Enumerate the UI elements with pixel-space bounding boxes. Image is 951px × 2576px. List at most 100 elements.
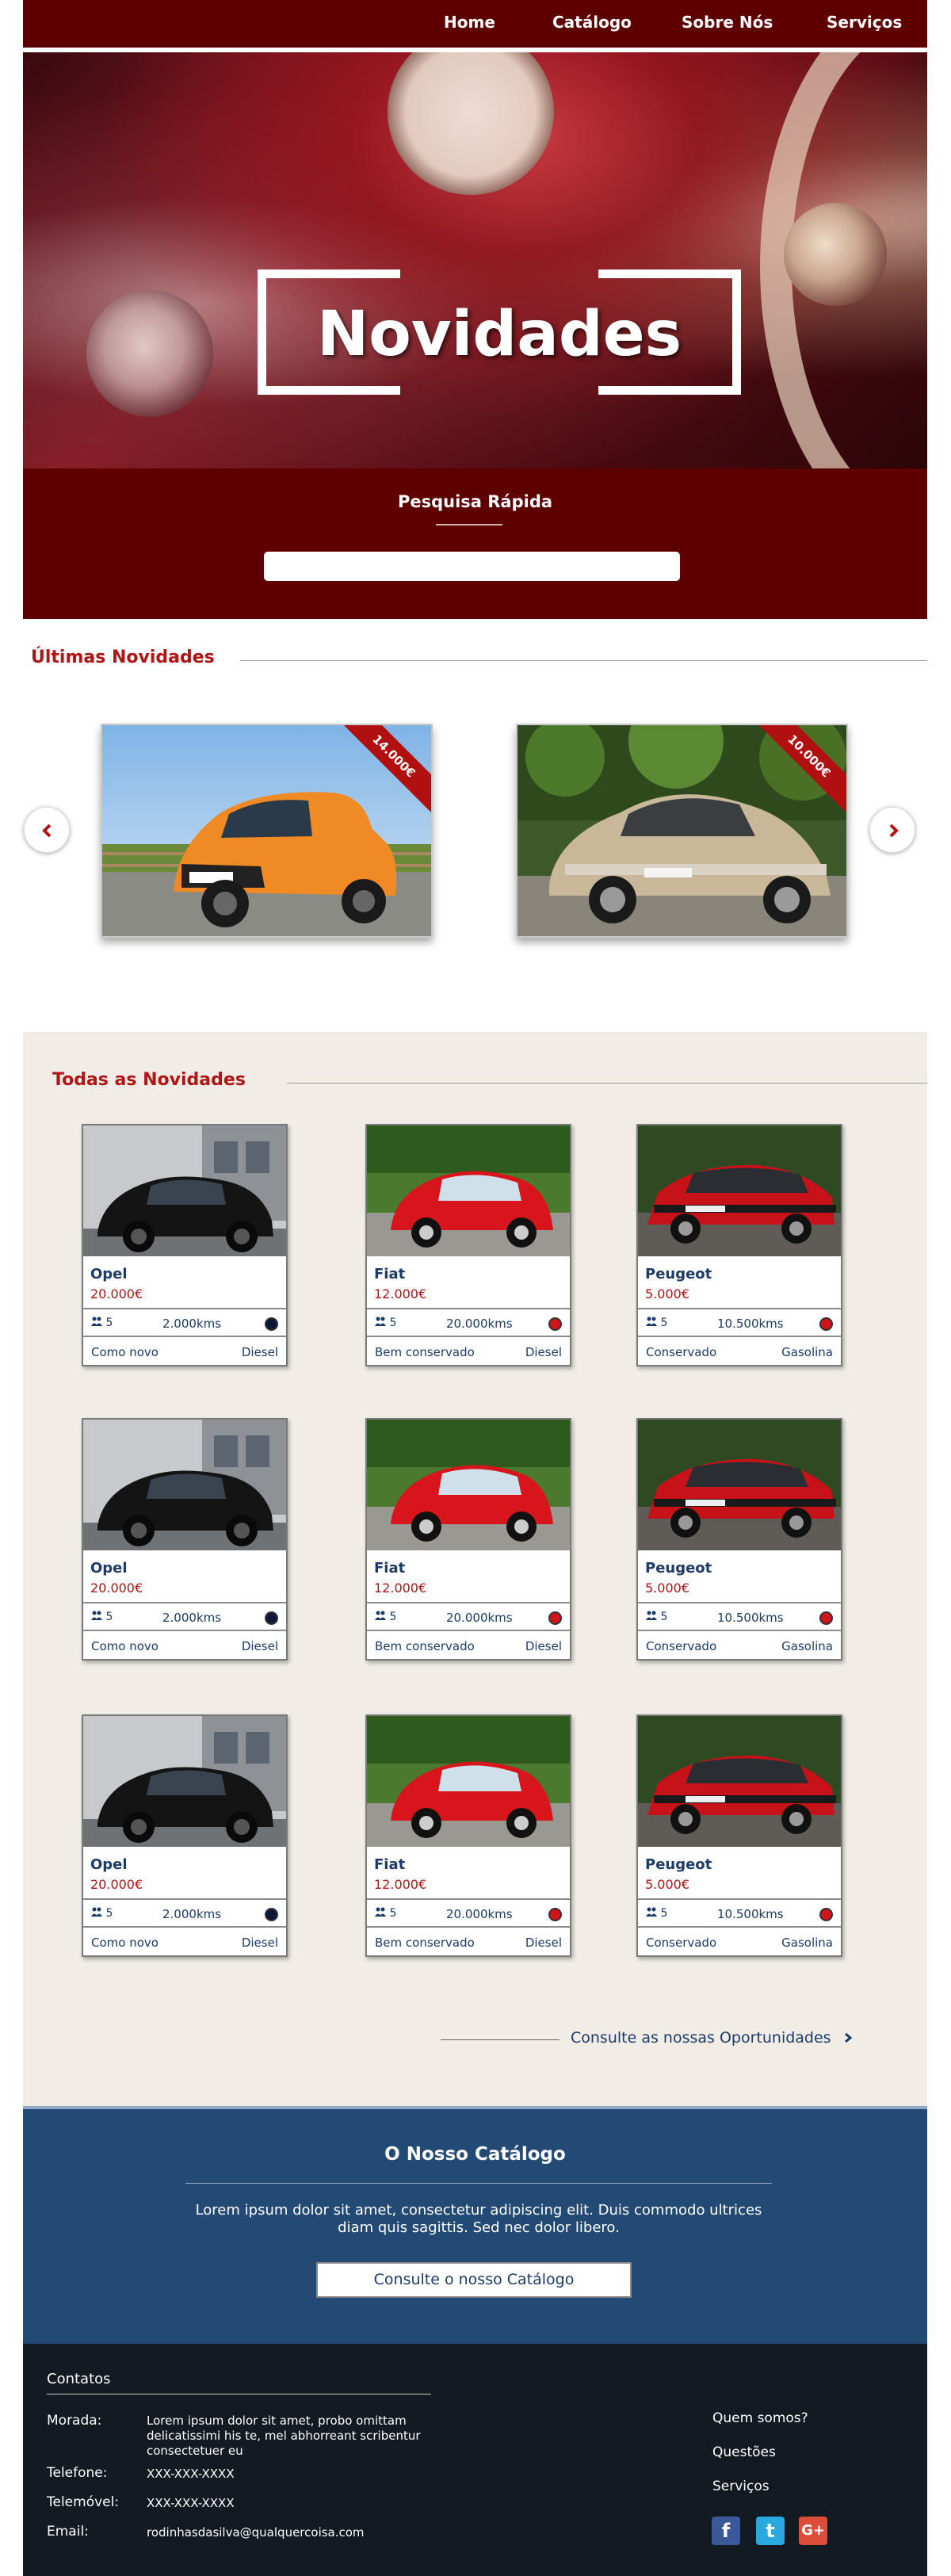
footer-link-quem-somos[interactable]: Quem somos? — [712, 2410, 808, 2426]
hero-banner: Novidades — [23, 52, 927, 468]
car-photo — [367, 1420, 570, 1550]
footer-link-servicos[interactable]: Serviços — [712, 2479, 770, 2494]
carousel-next-button[interactable] — [869, 807, 915, 853]
people-icon — [375, 1317, 386, 1326]
car-condition: Bem conservado — [375, 1639, 475, 1653]
car-card[interactable]: Peugeot 5.000€ 5 10.500kms Conservado Gasoli… — [636, 1124, 842, 1366]
car-color-swatch — [265, 1611, 278, 1625]
car-fuel: Diesel — [525, 1936, 562, 1950]
nav-home[interactable]: Home — [444, 13, 495, 32]
car-km: 2.000kms — [162, 1907, 222, 1921]
quick-search-input[interactable] — [264, 552, 680, 581]
car-card[interactable]: Fiat 12.000€ 5 20.000kms Bem conservado Dies… — [365, 1714, 571, 1957]
car-photo — [367, 1716, 570, 1847]
car-price: 5.000€ — [645, 1580, 689, 1596]
footer-title: Contatos — [47, 2371, 111, 2387]
car-color-swatch — [819, 1908, 833, 1921]
car-price: 12.000€ — [374, 1580, 427, 1596]
car-specs: 5 20.000kms — [367, 1898, 570, 1928]
car-photo — [83, 1420, 286, 1550]
catalog-button[interactable]: Consulte o nosso Catálogo — [316, 2262, 632, 2298]
car-name: Peugeot — [645, 1856, 712, 1873]
hero-knob-image — [784, 203, 887, 306]
chevron-left-icon — [42, 824, 52, 838]
car-specs: 5 2.000kms — [83, 1898, 286, 1928]
car-specs: 5 20.000kms — [367, 1602, 570, 1631]
catalog-section: O Nosso Catálogo Lorem ipsum dolor sit a… — [23, 2106, 927, 2344]
email-label: Email: — [47, 2524, 89, 2540]
car-specs: 5 20.000kms — [367, 1308, 570, 1337]
car-card[interactable]: Fiat 12.000€ 5 20.000kms Bem conservado Dies… — [365, 1418, 571, 1661]
car-condition: Conservado — [646, 1639, 717, 1653]
car-photo — [83, 1126, 286, 1256]
chevron-right-icon — [844, 2032, 852, 2043]
car-photo — [638, 1420, 841, 1550]
car-fuel: Gasolina — [781, 1345, 833, 1359]
nav-catalogo[interactable]: Catálogo — [552, 13, 632, 32]
car-color-swatch — [548, 1611, 562, 1625]
car-fuel: Diesel — [241, 1345, 278, 1359]
phone-label: Telefone: — [47, 2465, 108, 2481]
car-price: 12.000€ — [374, 1877, 427, 1892]
car-condition: Conservado — [646, 1936, 717, 1950]
people-icon — [375, 1611, 386, 1620]
all-news-title: Todas as Novidades — [52, 1070, 246, 1090]
catalog-divider — [185, 2183, 772, 2184]
google-plus-icon[interactable]: G+ — [799, 2517, 827, 2545]
car-name: Fiat — [374, 1560, 406, 1577]
latest-divider — [240, 660, 927, 661]
all-news-divider — [287, 1083, 927, 1084]
carousel-slide[interactable]: 10.000€ — [516, 724, 848, 938]
car-fuel: Diesel — [525, 1639, 562, 1653]
car-condition: Como novo — [91, 1936, 158, 1950]
email-value[interactable]: rodinhasdasilva@qualquercoisa.com — [147, 2525, 448, 2540]
facebook-icon[interactable]: f — [712, 2517, 740, 2545]
car-name: Opel — [90, 1266, 128, 1282]
hero-title: Novidades — [316, 299, 682, 370]
nav-servicos[interactable]: Serviços — [827, 13, 902, 32]
car-photo — [367, 1126, 570, 1256]
car-specs: 5 10.500kms — [638, 1308, 841, 1337]
car-photo — [638, 1126, 841, 1256]
hero-title-frame: Novidades — [258, 269, 741, 395]
car-card[interactable]: Opel 20.000€ 5 2.000kms Como novo Diesel — [82, 1418, 288, 1661]
car-color-swatch — [265, 1908, 278, 1921]
car-specs: 5 10.500kms — [638, 1602, 841, 1631]
people-icon — [646, 1611, 657, 1620]
car-card[interactable]: Peugeot 5.000€ 5 10.500kms Conservado Gasoli… — [636, 1714, 842, 1957]
car-name: Peugeot — [645, 1560, 712, 1577]
car-card[interactable]: Opel 20.000€ 5 2.000kms Como novo Diesel — [82, 1714, 288, 1957]
car-seats: 5 — [660, 1907, 668, 1920]
car-name: Opel — [90, 1560, 128, 1577]
car-color-swatch — [548, 1317, 562, 1331]
car-price: 20.000€ — [90, 1286, 143, 1301]
car-photo — [638, 1716, 841, 1847]
car-km: 2.000kms — [162, 1317, 222, 1331]
car-name: Peugeot — [645, 1266, 712, 1282]
people-icon — [646, 1317, 657, 1326]
car-km: 20.000kms — [446, 1317, 513, 1331]
car-seats: 5 — [389, 1317, 397, 1329]
top-nav: Home Catálogo Sobre Nós Serviços — [23, 0, 927, 48]
opportunities-link[interactable]: Consulte as nossas Oportunidades — [571, 2029, 854, 2047]
car-seats: 5 — [660, 1611, 668, 1623]
car-name: Fiat — [374, 1856, 406, 1873]
address-label: Morada: — [47, 2413, 102, 2429]
nav-sobre-nos[interactable]: Sobre Nós — [682, 13, 773, 32]
car-card[interactable]: Peugeot 5.000€ 5 10.500kms Conservado Gasoli… — [636, 1418, 842, 1661]
twitter-icon[interactable]: t — [756, 2517, 785, 2545]
carousel-slide[interactable]: 14.000€ — [101, 724, 433, 938]
car-color-swatch — [819, 1611, 833, 1625]
car-name: Opel — [90, 1856, 128, 1873]
car-seats: 5 — [105, 1907, 113, 1920]
car-card[interactable]: Opel 20.000€ 5 2.000kms Como novo Diesel — [82, 1124, 288, 1366]
car-price: 12.000€ — [374, 1286, 427, 1301]
car-name: Fiat — [374, 1266, 406, 1282]
carousel-prev-button[interactable] — [24, 807, 70, 853]
footer-link-questoes[interactable]: Questões — [712, 2444, 776, 2460]
people-icon — [646, 1907, 657, 1917]
footer: Contatos Morada: Lorem ipsum dolor sit a… — [23, 2344, 927, 2576]
people-icon — [91, 1907, 102, 1917]
car-card[interactable]: Fiat 12.000€ 5 20.000kms Bem conservado Dies… — [365, 1124, 571, 1366]
car-fuel: Diesel — [241, 1639, 278, 1653]
